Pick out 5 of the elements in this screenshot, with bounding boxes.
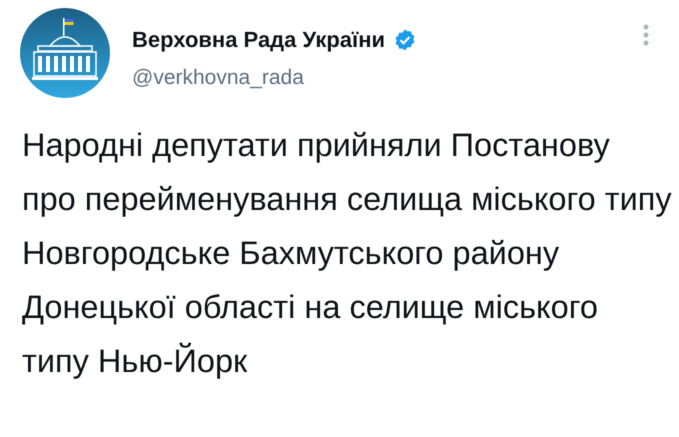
tweet-text: Народні депутати прийняли Постанову про перейменування селища міського типу Новгородське Бахмутського району Донецької області на селище міського типу Нью-Йорк <box>22 126 672 381</box>
parliament-logo-icon <box>20 8 110 98</box>
account-handle[interactable]: @verkhovna_rada <box>132 64 418 92</box>
account-name: Верховна Рада України <box>132 26 386 54</box>
more-options-icon[interactable] <box>643 24 649 46</box>
